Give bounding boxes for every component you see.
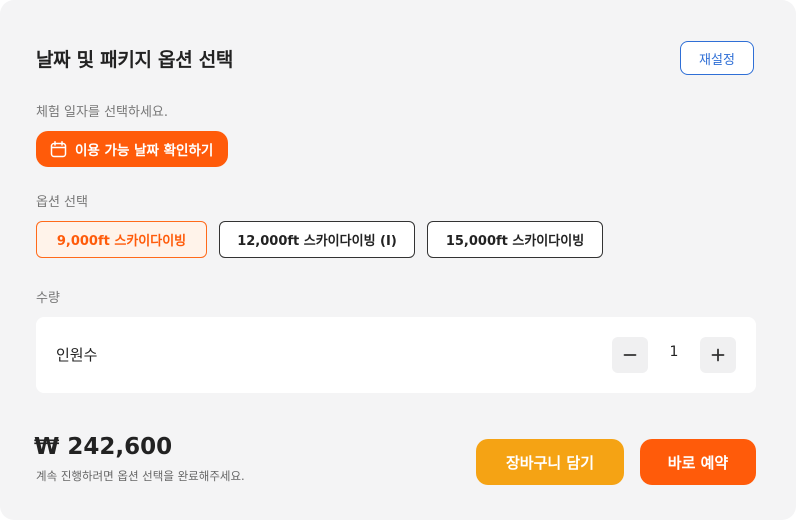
book-now-button[interactable]: 바로 예약 — [640, 439, 756, 485]
reset-button[interactable]: 재설정 — [680, 41, 754, 75]
page-title: 날짜 및 패키지 옵션 선택 — [36, 49, 234, 71]
minus-icon — [623, 354, 637, 356]
option-9000ft[interactable]: 9,000ft 스카이다이빙 — [36, 221, 207, 258]
check-available-dates-label: 이용 가능 날짜 확인하기 — [75, 143, 214, 159]
add-to-cart-button[interactable]: 장바구니 담기 — [476, 439, 624, 485]
plus-icon — [711, 348, 725, 362]
calendar-icon — [50, 140, 67, 157]
quantity-value: 1 — [669, 344, 679, 360]
check-available-dates-button[interactable]: 이용 가능 날짜 확인하기 — [36, 131, 229, 167]
increment-button[interactable] — [700, 337, 736, 373]
option-12000ft[interactable]: 12,000ft 스카이다이빙 (I) — [219, 221, 415, 258]
completion-hint: 계속 진행하려면 옵션 선택을 완료해주세요. — [36, 469, 245, 483]
headcount-label: 인원수 — [56, 346, 98, 364]
quantity-section-label: 수량 — [36, 291, 60, 306]
quantity-row: 인원수 1 — [36, 317, 756, 393]
booking-panel: 날짜 및 패키지 옵션 선택 재설정 체험 일자를 선택하세요. 이용 가능 날… — [0, 0, 796, 520]
date-instruction: 체험 일자를 선택하세요. — [36, 105, 168, 120]
options-section-label: 옵션 선택 — [36, 195, 88, 210]
decrement-button[interactable] — [612, 337, 648, 373]
option-15000ft[interactable]: 15,000ft 스카이다이빙 — [427, 221, 603, 258]
total-price: ₩ 242,600 — [34, 434, 173, 460]
